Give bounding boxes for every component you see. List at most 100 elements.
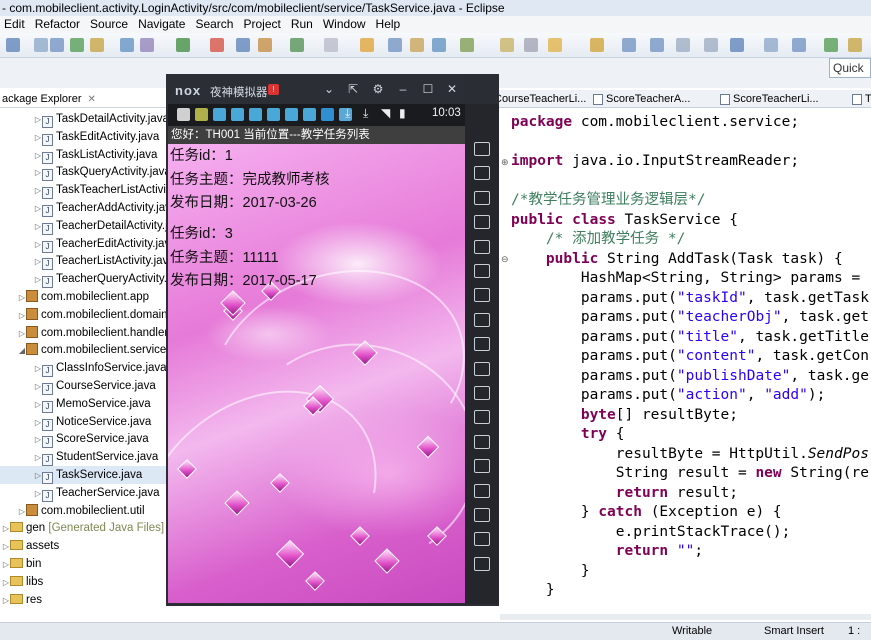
tree-row[interactable]: ▷ J NoticeService.java <box>0 413 151 431</box>
menu-item-edit[interactable]: Edit <box>4 16 25 33</box>
task-icon[interactable] <box>140 38 154 52</box>
menu-item-navigate[interactable]: Navigate <box>138 16 185 33</box>
tree-row[interactable]: ▷ com.mobileclient.util <box>0 502 145 520</box>
arrow-icon[interactable] <box>676 38 690 52</box>
tree-row[interactable]: ▷ J ScoreService.java <box>0 430 149 449</box>
tree-row[interactable]: ▷ bin <box>0 555 41 573</box>
collapsed-arrow-icon[interactable]: ▷ <box>34 378 42 396</box>
screenshot-icon[interactable] <box>474 337 490 352</box>
collapsed-arrow-icon[interactable]: ▷ <box>18 307 26 325</box>
collapsed-arrow-icon[interactable]: ▷ <box>18 503 26 521</box>
collapsed-arrow-icon[interactable]: ▷ <box>34 271 42 289</box>
collapsed-arrow-icon[interactable]: ▷ <box>34 147 42 165</box>
tree-row[interactable]: ▷ J TaskService.java <box>0 466 170 484</box>
keyboard-icon[interactable] <box>474 166 490 181</box>
navigate-icon[interactable] <box>548 38 562 52</box>
menu-item-search[interactable]: Search <box>195 16 233 33</box>
menu-item-help[interactable]: Help <box>376 16 401 33</box>
expanded-arrow-icon[interactable]: ◢ <box>18 342 26 360</box>
editor-tab[interactable]: T <box>850 91 871 107</box>
new-icon[interactable] <box>6 38 20 52</box>
task-date[interactable]: 发布日期：2017-03-26 <box>170 193 317 214</box>
task-date[interactable]: 发布日期：2017-05-17 <box>170 271 317 292</box>
tree-row[interactable]: ▷ assets <box>0 537 59 555</box>
close-icon[interactable]: ✕ <box>444 82 460 96</box>
collapsed-arrow-icon[interactable]: ▷ <box>2 556 10 574</box>
save-all-icon[interactable] <box>792 38 806 52</box>
tree-row[interactable]: ▷ J MemoService.java <box>0 395 151 413</box>
collapsed-arrow-icon[interactable]: ▷ <box>34 431 42 449</box>
folder-icon[interactable] <box>360 38 374 52</box>
collapsed-arrow-icon[interactable]: ▷ <box>34 449 42 467</box>
tree-row[interactable]: ▷ com.mobileclient.app <box>0 288 149 306</box>
annotation-icon[interactable] <box>460 38 474 52</box>
chevron-down-icon[interactable]: ⌄ <box>321 82 337 96</box>
recent-apps-icon[interactable] <box>474 556 490 571</box>
tree-row[interactable]: ▷ libs <box>0 573 43 591</box>
quick-access-input[interactable]: Quick <box>829 58 871 78</box>
tree-row[interactable]: ▷ com.mobileclient.handler <box>0 324 168 342</box>
task-id[interactable]: 任务id：1 <box>170 146 233 167</box>
minimize-icon[interactable]: – <box>395 82 411 96</box>
shake-icon[interactable] <box>474 361 490 376</box>
tree-row[interactable]: ▷ J TeacherEditActivity.java <box>0 235 170 253</box>
open-icon[interactable] <box>258 38 272 52</box>
task-title[interactable]: 任务主题：完成教师考核 <box>170 170 330 191</box>
save-icon[interactable] <box>34 38 48 52</box>
tree-row[interactable]: ▷JTaskTeacherListActivity.java <box>0 181 170 200</box>
tree-row[interactable]: ◢ com.mobileclient.service <box>0 341 166 359</box>
tree-row[interactable]: ▷ J StudentService.java <box>0 448 158 467</box>
tree-row[interactable]: ▷ J CourseService.java <box>0 377 156 395</box>
back-icon[interactable] <box>474 508 490 522</box>
tree-row[interactable]: ▷ gen [Generated Java Files] <box>0 519 164 537</box>
back-icon[interactable] <box>622 38 636 52</box>
collapsed-arrow-icon[interactable]: ▷ <box>34 182 42 200</box>
task-title[interactable]: 任务主题：11111 <box>170 248 279 269</box>
layout-icon[interactable] <box>524 38 538 52</box>
collapsed-arrow-icon[interactable]: ▷ <box>34 129 42 147</box>
collapsed-arrow-icon[interactable]: ▷ <box>34 360 42 378</box>
code-editor[interactable]: package com.mobileclient.service; import … <box>500 108 871 615</box>
collapsed-arrow-icon[interactable]: ▷ <box>2 520 10 538</box>
collapsed-arrow-icon[interactable]: ▷ <box>34 236 42 254</box>
multi-instance-icon[interactable] <box>474 410 490 425</box>
close-icon[interactable]: ✕ <box>88 94 96 105</box>
location-icon[interactable] <box>474 215 490 230</box>
tree-row[interactable]: ▷ J TeacherService.java <box>0 484 160 502</box>
debug-icon[interactable] <box>176 38 190 52</box>
pin-icon[interactable]: ⇱ <box>345 82 361 96</box>
volume-up-icon[interactable] <box>474 288 490 303</box>
tree-row[interactable]: ▷ res <box>0 591 42 609</box>
mark-icon[interactable] <box>432 38 446 52</box>
tree-row[interactable]: ▷ J TaskListActivity.java <box>0 146 157 164</box>
new-icon[interactable] <box>730 38 744 52</box>
tree-row[interactable]: ▷ J TaskDetailActivity.java <box>0 110 169 128</box>
run-icon[interactable] <box>210 38 224 52</box>
highlight-icon[interactable] <box>410 38 424 52</box>
install-icon[interactable] <box>474 434 490 449</box>
plus-icon[interactable] <box>474 483 490 498</box>
editor-horizontal-scrollbar[interactable] <box>500 614 871 620</box>
tree-row[interactable]: ▷ J ClassInfoService.java <box>0 359 167 378</box>
menu-item-source[interactable]: Source <box>90 16 128 33</box>
collapsed-arrow-icon[interactable]: ▷ <box>34 200 42 218</box>
tree-row[interactable]: ▷ J TaskQueryActivity.java <box>0 163 170 182</box>
build-icon[interactable] <box>90 38 104 52</box>
menu-item-refactor[interactable]: Refactor <box>35 16 80 33</box>
save-icon[interactable] <box>764 38 778 52</box>
maximize-icon[interactable]: ☐ <box>420 82 436 96</box>
tree-row[interactable]: ▷ J TaskEditActivity.java <box>0 128 159 146</box>
record-icon[interactable] <box>474 386 490 400</box>
tree-row[interactable]: ▷ J TeacherAddActivity.java <box>0 199 170 217</box>
collapsed-arrow-icon[interactable]: ▷ <box>18 325 26 343</box>
collapsed-arrow-icon[interactable]: ▷ <box>34 111 42 129</box>
collapsed-arrow-icon[interactable]: ▷ <box>34 396 42 414</box>
package-icon[interactable] <box>500 38 514 52</box>
fold-icon[interactable]: ⊖ <box>501 254 509 265</box>
scissors-icon[interactable] <box>474 190 490 205</box>
edit-icon[interactable] <box>388 38 402 52</box>
collapsed-arrow-icon[interactable]: ▷ <box>18 289 26 307</box>
editor-tab[interactable]: ScoreTeacherLi... <box>718 91 819 107</box>
package-explorer-tab[interactable]: ackage Explorer ✕ <box>0 90 170 108</box>
task-id[interactable]: 任务id：3 <box>170 224 233 245</box>
